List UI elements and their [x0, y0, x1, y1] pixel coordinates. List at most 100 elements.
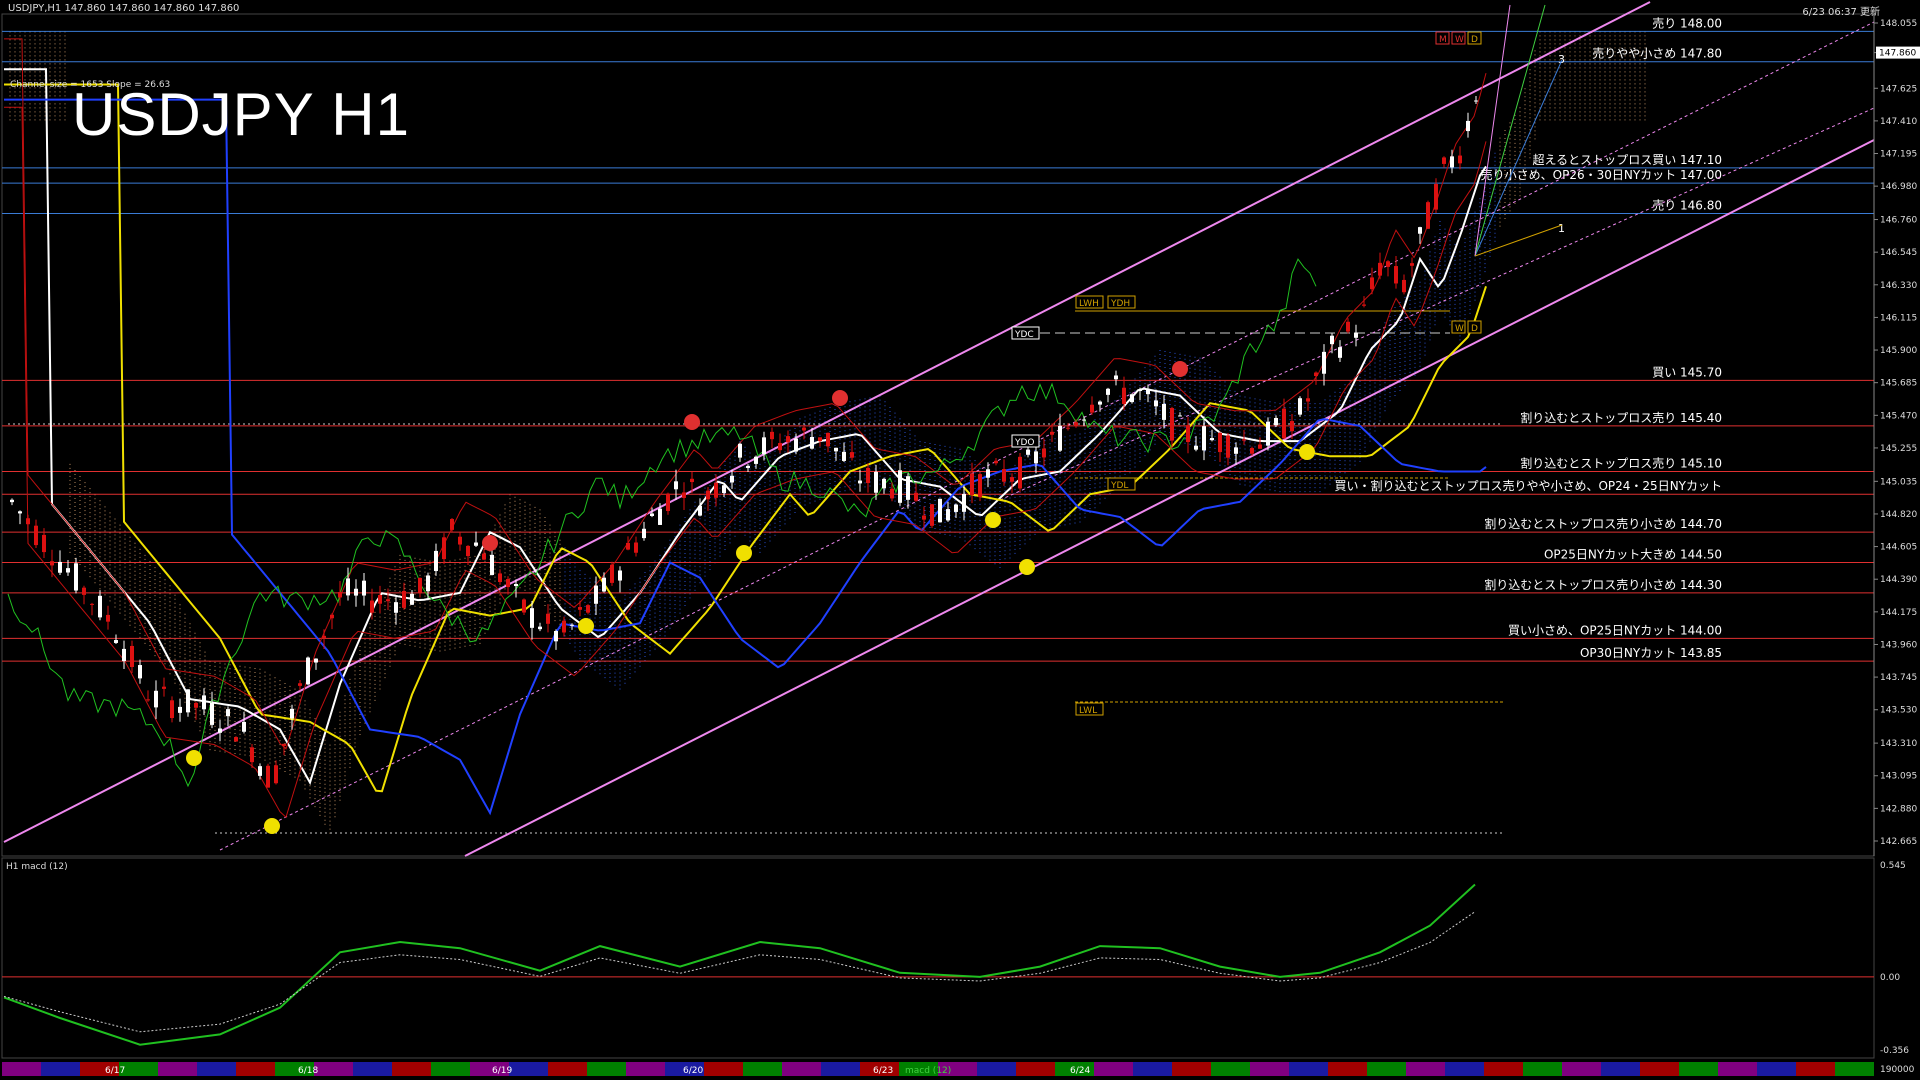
candle-body: [402, 590, 406, 608]
date-segment: [743, 1062, 782, 1076]
candle-body: [906, 476, 910, 500]
candle-body: [1146, 388, 1150, 395]
price-tick-label: 147.410: [1880, 117, 1917, 127]
price-tick-label: 143.310: [1880, 739, 1917, 749]
candle-body: [762, 437, 766, 455]
date-label: 6/23: [873, 1066, 893, 1076]
candle-body: [698, 505, 702, 516]
macd-tick-label: 0.00: [1880, 973, 1900, 983]
candle-body: [930, 504, 934, 526]
candle-body: [314, 658, 318, 663]
level-label: 割り込むとストップロス売り小さめ 144.70: [1484, 516, 1722, 531]
candle-body: [1418, 227, 1422, 234]
date-segment: [782, 1062, 821, 1076]
candle-body: [586, 605, 590, 613]
candle-body: [250, 747, 254, 763]
mwd-label: M: [1439, 35, 1447, 45]
price-tick-label: 148.055: [1880, 19, 1917, 29]
date-segment: [1796, 1062, 1835, 1076]
date-segment: [509, 1062, 548, 1076]
candle-body: [658, 508, 662, 525]
candle-body: [1090, 404, 1094, 413]
candle-body: [346, 578, 350, 596]
candle-body: [1394, 266, 1398, 284]
mwd-label: W: [1455, 35, 1464, 45]
date-bar-hidden-label: macd (12): [905, 1066, 951, 1076]
candle-body: [274, 765, 278, 784]
date-segment: [1445, 1062, 1484, 1076]
candle-body: [978, 474, 982, 498]
candle-body: [666, 493, 670, 512]
candle-body: [202, 695, 206, 710]
candle-body: [938, 498, 942, 523]
fractal-marker: [1299, 444, 1315, 460]
price-tick-label: 144.820: [1880, 510, 1917, 520]
candle-body: [1194, 445, 1198, 450]
candle-body: [1130, 394, 1134, 403]
usdjpy-h1-chart[interactable]: 売り 148.00 売りやや小さめ 147.80 超えるとストップロス買い 147.…: [0, 0, 1920, 1080]
candle-body: [426, 575, 430, 592]
candle-body: [194, 702, 198, 708]
fib-1-label: 1: [1558, 222, 1565, 235]
candle-body: [674, 481, 678, 490]
macd-tick-label: 0.545: [1880, 861, 1906, 871]
fractal-marker: [985, 512, 1001, 528]
ydc-label: YDC: [1014, 330, 1034, 340]
candle-body: [442, 537, 446, 560]
candle-body: [162, 686, 166, 689]
candle-body: [1434, 183, 1438, 210]
candle-body: [570, 624, 574, 626]
candle-body: [378, 594, 382, 604]
candle-body: [1018, 456, 1022, 489]
date-segment: [1640, 1062, 1679, 1076]
candle-body: [970, 473, 974, 496]
candle-body: [618, 570, 622, 581]
wd-label: D: [1471, 324, 1478, 334]
date-label: 6/20: [683, 1066, 703, 1076]
price-tick-label: 147.625: [1880, 84, 1917, 94]
date-segment: [1094, 1062, 1133, 1076]
price-tick-label: 142.880: [1880, 804, 1917, 814]
date-segment: [626, 1062, 665, 1076]
price-tick-label: 146.760: [1880, 216, 1917, 226]
fractal-marker: [736, 545, 752, 561]
candle-body: [10, 499, 14, 503]
candle-body: [186, 689, 190, 713]
date-label: 6/17: [105, 1066, 125, 1076]
date-segment: [704, 1062, 743, 1076]
candle-body: [522, 599, 526, 613]
candle-body: [826, 432, 830, 447]
level-label: 売り小さめ、OP26・30日NYカット 147.00: [1481, 167, 1722, 182]
candle-body: [1210, 438, 1214, 441]
candle-body: [1138, 390, 1142, 392]
candle-body: [554, 630, 558, 642]
macd-label: H1 macd (12): [6, 862, 68, 872]
price-tick-label: 143.530: [1880, 706, 1917, 716]
candle-body: [634, 542, 638, 553]
fractal-marker: [1172, 361, 1188, 377]
candle-body: [434, 550, 438, 572]
price-tick-label: 146.115: [1880, 313, 1917, 323]
ydl-label: YDL: [1110, 481, 1128, 491]
candle-body: [1002, 469, 1006, 482]
candle-body: [842, 451, 846, 461]
candle-body: [1050, 431, 1054, 435]
candle-body: [834, 447, 838, 452]
candle-body: [954, 504, 958, 512]
candle-body: [818, 437, 822, 442]
candle-body: [1290, 421, 1294, 432]
candle-body: [138, 665, 142, 679]
candle-body: [82, 587, 86, 595]
date-segment: [587, 1062, 626, 1076]
mwd-label: D: [1471, 35, 1478, 45]
price-tick-label: 144.605: [1880, 543, 1917, 553]
candle-body: [1066, 427, 1070, 429]
candle-body: [298, 683, 302, 686]
candle-body: [898, 470, 902, 503]
candle-body: [1026, 449, 1030, 455]
date-segment: [314, 1062, 353, 1076]
candle-body: [810, 436, 814, 449]
level-label: OP30日NYカット 143.85: [1580, 646, 1722, 660]
level-label: 割り込むとストップロス売り 145.40: [1520, 410, 1722, 425]
chart-title: USDJPY H1: [72, 81, 411, 148]
